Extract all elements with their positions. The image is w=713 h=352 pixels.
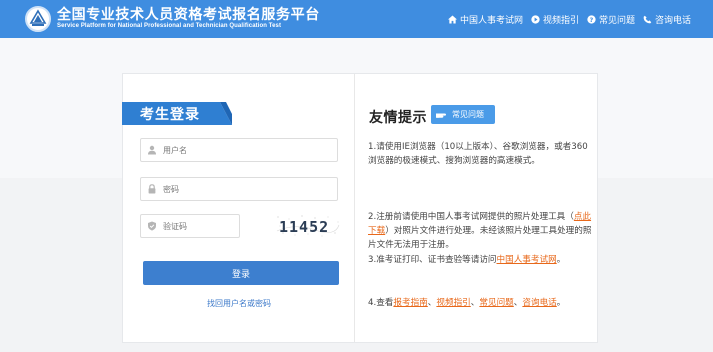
home-icon	[447, 15, 457, 24]
tip-help-text-a: 4.查看	[368, 298, 394, 308]
captcha-text: 11452	[279, 218, 329, 236]
nav-phone-label: 咨询电话	[654, 16, 691, 26]
tips-title: 友情提示	[369, 110, 427, 126]
username-input[interactable]	[163, 145, 323, 155]
platform-logo[interactable]	[25, 6, 51, 32]
faq-badge-label: 常见问题	[452, 110, 484, 119]
question-icon: ?	[587, 15, 596, 24]
nav-cpta-site-label: 中国人事考试网	[459, 16, 523, 26]
login-title-ribbon: 考生登录	[122, 102, 232, 125]
tip-admission-text-a: 3.准考证打印、证书查验等请访问	[368, 255, 497, 265]
tip-admission-text-b: 。	[556, 255, 566, 265]
nav-faq-label: 常见问题	[598, 16, 635, 26]
vertical-divider	[354, 74, 355, 342]
video-guide-link[interactable]: 视频指引	[436, 298, 470, 308]
tip-photo-tool: 2.注册前请使用中国人事考试网提供的照片处理工具（点此下载）对照片文件进行处理。…	[368, 210, 593, 252]
platform-subtitle: Service Platform for National Profession…	[57, 23, 282, 29]
nav-phone[interactable]: 咨询电话	[643, 13, 691, 26]
tip-help-links: 4.查看报考指南、视频指引、常见问题、咨询电话。	[368, 296, 593, 310]
nav-faq[interactable]: ? 常见问题	[587, 13, 635, 26]
tip-help-text-b: 。	[556, 298, 566, 308]
phone-icon	[643, 15, 652, 24]
play-icon	[531, 15, 540, 24]
forgot-credentials-link[interactable]: 找回用户名或密码	[123, 298, 355, 309]
login-button[interactable]: 登录	[143, 261, 339, 285]
hand-pointer-icon	[436, 113, 446, 118]
user-icon	[141, 145, 163, 155]
login-card: 考生登录 用户名 验证码 11452 登录 找回用户名或密码 友情提示 常见问题…	[122, 73, 598, 343]
lock-icon	[141, 184, 163, 194]
hotline-link[interactable]: 咨询电话	[522, 298, 556, 308]
nav-cpta-site[interactable]: 中国人事考试网	[447, 13, 523, 26]
nav-video-guide[interactable]: 视频指引	[531, 13, 579, 26]
svg-text:?: ?	[590, 17, 594, 24]
login-title: 考生登录	[140, 107, 200, 123]
tip-photo-tool-text-b: ）对照片文件进行处理。未经该照片处理工具处理的照片文件无法用于注册。	[368, 226, 592, 250]
cpta-site-link[interactable]: 中国人事考试网	[497, 255, 557, 265]
platform-title: 全国专业技术人员资格考试报名服务平台	[57, 7, 320, 23]
top-header: 全国专业技术人员资格考试报名服务平台 Service Platform for …	[0, 0, 713, 38]
nav-video-guide-label: 视频指引	[542, 16, 579, 26]
password-field[interactable]	[140, 177, 338, 201]
password-input[interactable]	[163, 184, 323, 194]
exam-guide-link[interactable]: 报考指南	[393, 298, 427, 308]
top-nav: 中国人事考试网 视频指引 ? 常见问题 咨询电话	[447, 13, 691, 26]
captcha-input[interactable]	[163, 221, 235, 231]
captcha-image[interactable]: 11452	[275, 213, 341, 239]
username-field[interactable]	[140, 138, 338, 162]
tip-admission-ticket: 3.准考证打印、证书查验等请访问中国人事考试网。	[368, 253, 593, 267]
logo-emblem	[28, 9, 48, 29]
tip-browser: 1.请使用IE浏览器（10以上版本）、谷歌浏览器，或者360浏览器的极速模式、搜…	[368, 142, 588, 166]
faq-badge[interactable]: 常见问题	[431, 105, 495, 124]
tip-photo-tool-text-a: 2.注册前请使用中国人事考试网提供的照片处理工具（	[368, 212, 574, 222]
shield-icon	[141, 221, 163, 231]
faq-link[interactable]: 常见问题	[479, 298, 513, 308]
captcha-field[interactable]	[140, 214, 240, 238]
